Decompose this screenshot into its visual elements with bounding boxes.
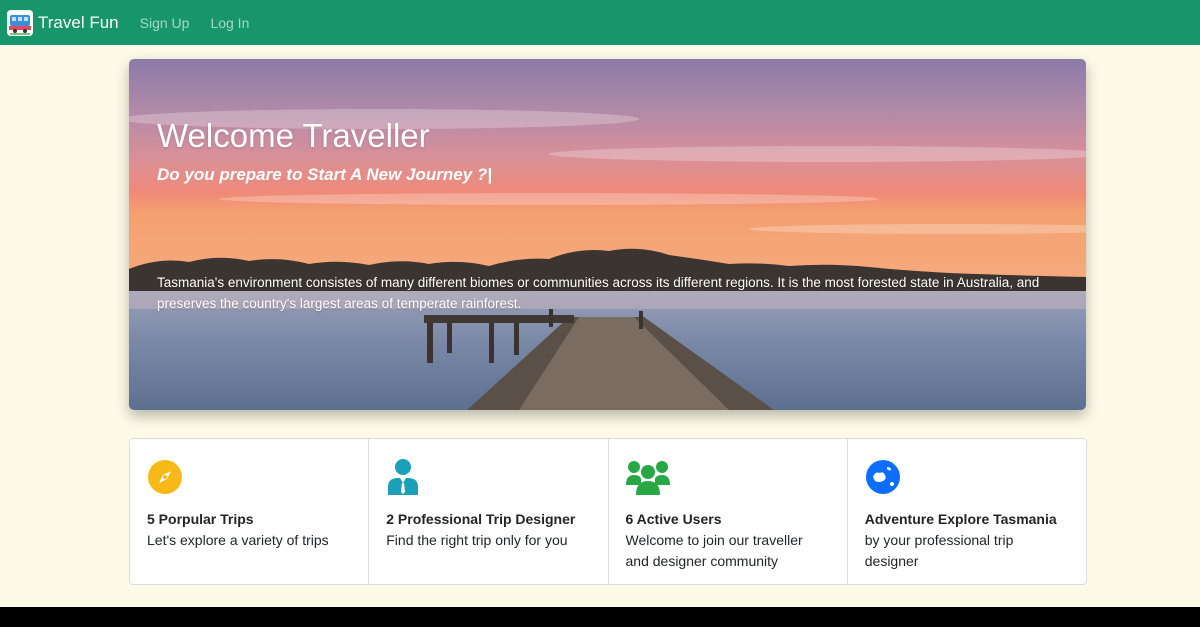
feature-card-text: Find the right trip only for you (386, 532, 568, 548)
compass-icon (147, 459, 351, 495)
globe-icon (865, 459, 1069, 495)
nav-link-log-in[interactable]: Log In (210, 15, 249, 31)
feature-card-title: 5 Porpular Trips (147, 511, 254, 527)
feature-card-users: 6 Active Users Welcome to join our trave… (609, 439, 848, 584)
feature-card-title: 6 Active Users (625, 511, 722, 527)
travel-fun-logo-icon (7, 9, 33, 36)
hero-background-image (129, 59, 1086, 410)
hero-title: Welcome Traveller (157, 117, 430, 154)
bottom-bar (0, 607, 1200, 627)
feature-card-title: 2 Professional Trip Designer (386, 511, 576, 527)
top-navbar: Travel Fun Sign Up Log In (0, 0, 1200, 45)
feature-card-adventure: Adventure Explore Tasmania by your profe… (848, 439, 1086, 584)
users-icon (625, 459, 830, 495)
hero-subtitle: Do you prepare to Start A New Journey ?| (157, 165, 493, 184)
feature-card-text: Welcome to join our traveller and design… (625, 532, 803, 569)
hero-description: Tasmania's environment consistes of many… (157, 275, 1040, 311)
brand-link[interactable]: Travel Fun (7, 9, 119, 36)
feature-cards: 5 Porpular Trips Let's explore a variety… (129, 438, 1087, 585)
nav-link-sign-up[interactable]: Sign Up (140, 15, 190, 31)
feature-card-designers: 2 Professional Trip Designer Find the ri… (369, 439, 609, 584)
feature-card-title: Adventure Explore Tasmania (864, 511, 1057, 527)
feature-card-trips: 5 Porpular Trips Let's explore a variety… (130, 439, 370, 584)
brand-name: Travel Fun (38, 12, 119, 32)
hero-banner: Welcome Traveller Do you prepare to Star… (129, 59, 1086, 410)
feature-card-text: by your professional trip designer (864, 532, 1014, 569)
user-tie-icon (386, 459, 590, 495)
feature-card-text: Let's explore a variety of trips (147, 532, 329, 548)
